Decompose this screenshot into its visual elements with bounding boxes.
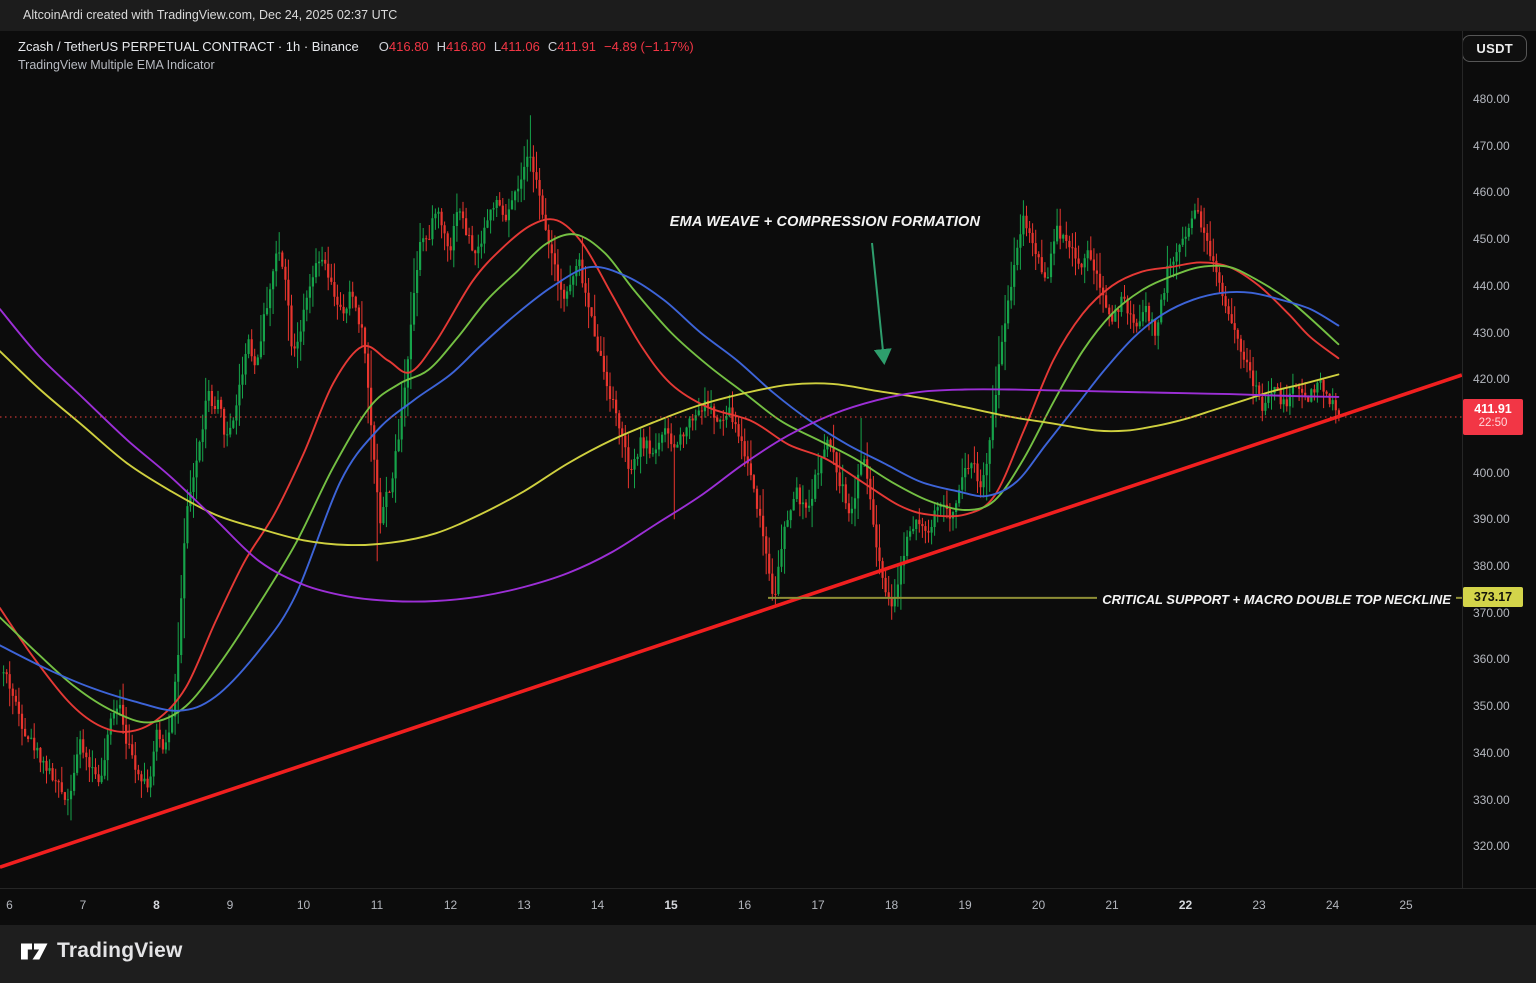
attribution-text: AltcoinArdi created with TradingView.com… [23, 8, 398, 22]
price-tick-label: 460.00 [1473, 185, 1510, 200]
time-tick-label: 11 [370, 898, 384, 912]
time-tick-label: 20 [1031, 898, 1046, 912]
symbol-header: Zcash / TetherUS PERPETUAL CONTRACT · 1h… [18, 39, 694, 54]
ohlc-number: 416.80 [388, 39, 429, 54]
time-tick-label: 22 [1178, 898, 1193, 912]
time-tick-label: 24 [1325, 898, 1340, 912]
price-tick-label: 340.00 [1473, 745, 1510, 760]
indicator-label[interactable]: TradingView Multiple EMA Indicator [18, 58, 215, 72]
price-axis[interactable]: 480.00 470.00 460.00 450.00 440.00 430.00 420.… [1462, 31, 1536, 888]
bar-countdown: 22:50 [1478, 417, 1508, 429]
annotation-critical-support[interactable]: CRITICAL SUPPORT + MACRO DOUBLE TOP NECK… [1097, 592, 1456, 607]
ohlc-number: 411.91 [557, 39, 597, 54]
ohlc-letter: C [547, 39, 558, 54]
time-tick-label: 15 [664, 898, 678, 912]
price-tick-label: 400.00 [1473, 465, 1510, 480]
time-tick-label: 21 [1105, 898, 1119, 912]
ohlc-letter: O [378, 39, 389, 54]
annotation-ema-weave[interactable]: EMA WEAVE + COMPRESSION FORMATION [650, 214, 1000, 230]
price-tick-label: 360.00 [1473, 652, 1510, 667]
time-tick-label: 16 [737, 898, 752, 912]
time-tick-label: 8 [153, 898, 160, 912]
ema-purple [0, 308, 1340, 603]
time-tick-label: 19 [958, 898, 972, 912]
change-value: −4.89 (−1.17%) [604, 39, 694, 54]
ohlc-values: O416.80 H416.80 L411.06 C411.91 [371, 39, 596, 54]
price-tick-label: 430.00 [1473, 325, 1510, 340]
price-tick-label: 470.00 [1473, 138, 1510, 153]
symbol-title[interactable]: Zcash / TetherUS PERPETUAL CONTRACT · 1h… [18, 39, 359, 54]
footer-bar: TradingView [0, 925, 1536, 983]
price-tick-label: 420.00 [1473, 372, 1510, 387]
ohlc-number: 411.06 [501, 39, 540, 54]
chart-canvas[interactable] [0, 31, 1536, 925]
price-tick-label: 350.00 [1473, 699, 1510, 714]
ema-green [0, 233, 1340, 724]
chart-area: Zcash / TetherUS PERPETUAL CONTRACT · 1h… [0, 31, 1536, 925]
annotation-arrow[interactable] [871, 242, 892, 365]
price-tick-label: 440.00 [1473, 278, 1510, 293]
time-axis[interactable]: 6 7 8 9 10 11 12 13 14 15 16 17 18 19 20 21 22 23 24 25 [0, 888, 1536, 926]
time-tick-label: 13 [517, 898, 531, 912]
attribution-bar: AltcoinArdi created with TradingView.com… [0, 0, 1536, 31]
last-price-value: 411.91 [1474, 402, 1512, 416]
ema-blue [0, 265, 1340, 712]
trendline-support[interactable] [0, 373, 1463, 869]
price-tick-label: 320.00 [1473, 839, 1510, 854]
time-tick-label: 12 [443, 898, 458, 912]
time-tick-label: 6 [6, 898, 13, 912]
price-tick-label: 390.00 [1473, 512, 1510, 527]
ema-fast-red [0, 218, 1340, 733]
tradingview-logo-text: TradingView [57, 939, 183, 962]
time-tick-label: 7 [79, 898, 87, 912]
price-tick-label: 370.00 [1473, 605, 1510, 620]
ohlc-number: 416.80 [446, 39, 486, 54]
time-tick-label: 14 [590, 898, 605, 912]
time-tick-label: 23 [1252, 898, 1266, 912]
price-tick-label: 380.00 [1473, 559, 1510, 573]
last-price-badge: 411.91 22:50 [1463, 399, 1523, 435]
ohlc-letter: L [493, 39, 502, 54]
price-tick-label: 480.00 [1473, 92, 1510, 106]
price-tick-label: 330.00 [1473, 792, 1510, 807]
time-tick-label: 17 [811, 898, 825, 912]
ohlc-letter: H [436, 39, 447, 54]
time-tick-label: 25 [1399, 898, 1413, 912]
time-tick-label: 10 [296, 898, 311, 912]
tradingview-logo-icon [21, 943, 48, 959]
tradingview-logo[interactable]: TradingView [21, 939, 183, 963]
neckline-price-badge: 373.17 [1463, 587, 1523, 607]
price-tick-label: 450.00 [1473, 232, 1510, 247]
time-tick-label: 18 [884, 898, 899, 912]
time-tick-label: 9 [226, 898, 234, 912]
